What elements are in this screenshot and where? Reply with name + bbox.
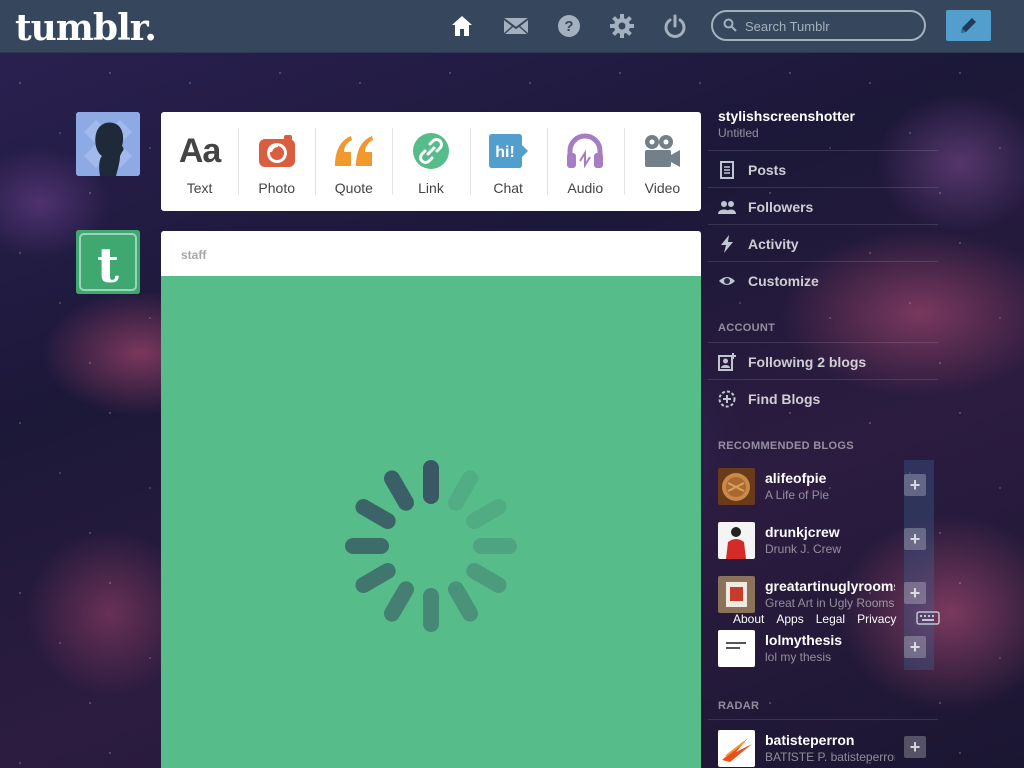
blog-thumbnail (718, 522, 755, 559)
sidebar-item-posts[interactable]: Posts (708, 150, 938, 187)
search-input[interactable] (745, 17, 915, 35)
blog-thumbnail (718, 468, 755, 505)
keyboard-icon[interactable] (916, 611, 940, 625)
gear-icon[interactable] (610, 14, 634, 38)
sidebar-item-find-blogs[interactable]: Find Blogs (708, 379, 938, 416)
recommended-heading: RECOMMENDED BLOGS (718, 440, 854, 452)
compass-icon (718, 390, 736, 408)
tumblr-logo[interactable]: tumblr. (15, 7, 157, 49)
follow-button[interactable]: + (904, 528, 926, 550)
quote-icon (332, 132, 376, 170)
search-icon (723, 18, 737, 32)
blog-thumbnail (718, 630, 755, 667)
activity-icon (721, 235, 733, 253)
blog-thumbnail (718, 730, 755, 767)
text-icon: Aa (178, 131, 221, 170)
top-navigation-bar: tumblr. ? (0, 0, 1024, 53)
headphones-icon (563, 132, 607, 170)
footer-link-about[interactable]: About (733, 612, 764, 626)
camera-icon (255, 132, 299, 170)
svg-text:t: t (97, 238, 119, 294)
recommended-blog[interactable]: lolmythesis lol my thesis + (708, 628, 938, 682)
followers-icon (718, 201, 736, 214)
footer-links: About Apps Legal Privacy (733, 612, 908, 626)
recommended-blog[interactable]: drunkjcrew Drunk J. Crew + (708, 520, 938, 574)
post-link-button[interactable]: Link (392, 112, 469, 211)
link-icon (409, 132, 453, 170)
sidebar-item-activity[interactable]: Activity (708, 224, 938, 261)
sidebar-item-following[interactable]: Following 2 blogs (708, 342, 938, 379)
post-author[interactable]: staff (161, 231, 701, 276)
staff-post: staff (161, 231, 701, 768)
post-photo-button[interactable]: Photo (238, 112, 315, 211)
post-video-button[interactable]: Video (623, 112, 701, 211)
radar-blog[interactable]: batisteperron BATISTE P. batisteperron + (708, 728, 938, 768)
follow-button[interactable]: + (904, 474, 926, 496)
staff-avatar[interactable]: t (76, 230, 140, 294)
loading-spinner-icon (345, 460, 517, 632)
radar-heading: RADAR (718, 700, 760, 712)
power-icon[interactable] (663, 14, 687, 38)
home-icon[interactable] (450, 14, 474, 38)
following-icon (718, 353, 736, 371)
eye-icon (719, 277, 735, 285)
post-type-bar: Aa Text Photo Quote Link hi! Chat Audio (161, 112, 701, 211)
svg-text:hi!: hi! (495, 144, 515, 161)
blog-name[interactable]: stylishscreenshotter (718, 108, 855, 124)
post-text-button[interactable]: Aa Text (161, 112, 238, 211)
follow-button[interactable]: + (904, 636, 926, 658)
mail-icon[interactable] (503, 14, 529, 38)
video-camera-icon (640, 132, 684, 170)
blog-title: Untitled (718, 126, 759, 140)
post-quote-button[interactable]: Quote (315, 112, 392, 211)
account-heading: ACCOUNT (718, 322, 776, 334)
sidebar-item-followers[interactable]: Followers (708, 187, 938, 224)
post-audio-button[interactable]: Audio (546, 112, 624, 211)
help-icon[interactable]: ? (557, 14, 581, 38)
svg-text:?: ? (564, 18, 573, 35)
radar-divider (708, 719, 938, 720)
pencil-icon (961, 18, 976, 33)
chat-icon: hi! (486, 132, 530, 170)
compose-button[interactable] (946, 10, 991, 41)
blog-thumbnail (718, 576, 755, 613)
footer-link-apps[interactable]: Apps (776, 612, 803, 626)
post-chat-button[interactable]: hi! Chat (469, 112, 547, 211)
follow-button[interactable]: + (904, 736, 926, 758)
sidebar-item-customize[interactable]: Customize (708, 261, 938, 298)
user-avatar[interactable] (76, 112, 140, 176)
recommended-blog[interactable]: alifeofpie A Life of Pie + (708, 466, 938, 520)
footer-link-privacy[interactable]: Privacy (857, 612, 896, 626)
search-box[interactable] (711, 10, 926, 41)
posts-icon (720, 161, 734, 179)
footer-link-legal[interactable]: Legal (816, 612, 845, 626)
follow-button[interactable]: + (904, 582, 926, 604)
